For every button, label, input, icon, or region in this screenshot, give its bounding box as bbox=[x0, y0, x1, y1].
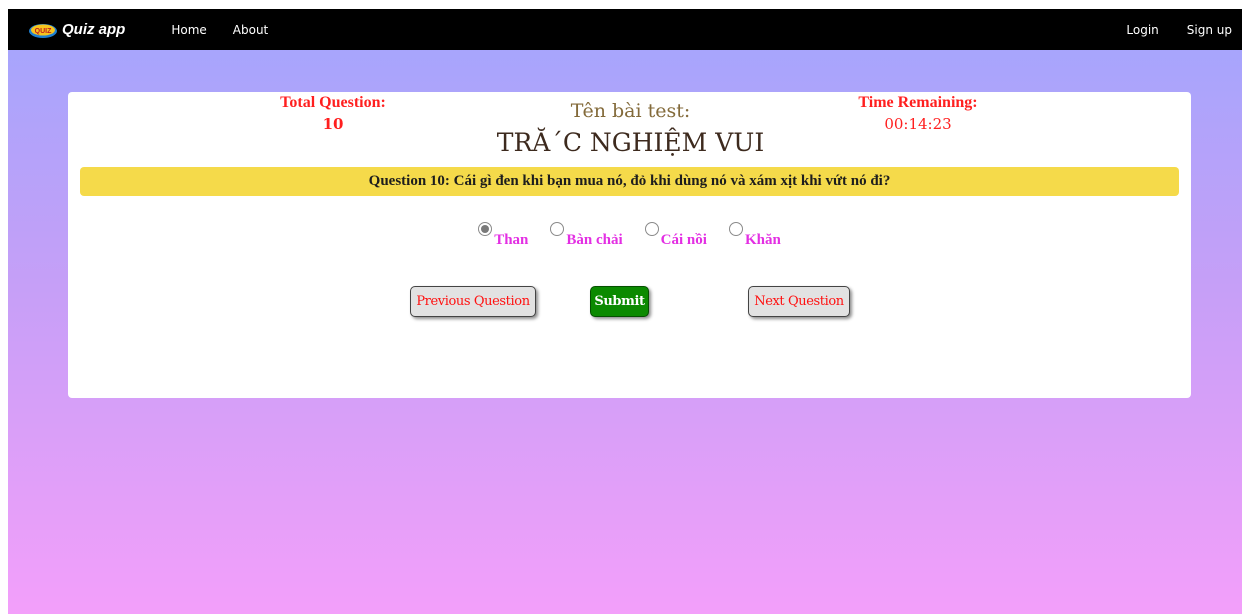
navbar: QUIZ Quiz app Home About Login Sign up bbox=[8, 9, 1242, 50]
option-ban-chai[interactable]: Bàn chải bbox=[550, 220, 623, 249]
brand-name: Quiz app bbox=[62, 21, 126, 38]
previous-question-button[interactable]: Previous Question bbox=[410, 286, 536, 317]
total-question-label: Total Question: bbox=[280, 94, 386, 111]
radio-cai-noi[interactable] bbox=[644, 222, 659, 236]
nav-about-link[interactable]: About bbox=[233, 23, 268, 37]
time-remaining-label: Time Remaining: bbox=[858, 94, 978, 111]
page-background: QUIZ Quiz app Home About Login Sign up T… bbox=[8, 9, 1242, 614]
option-cai-noi[interactable]: Cái nồi bbox=[644, 220, 707, 249]
option-label: Khăn bbox=[744, 232, 781, 248]
quiz-logo-icon: QUIZ bbox=[29, 23, 57, 38]
option-label: Bàn chải bbox=[566, 232, 623, 248]
quiz-header: Total Question: 10 Tên bài test: TRĂ´C N… bbox=[68, 92, 1191, 167]
navigation-buttons: Previous Question Submit Next Question bbox=[68, 286, 1191, 322]
time-remaining-block: Time Remaining: 00:14:23 bbox=[833, 92, 1003, 134]
option-khan[interactable]: Khăn bbox=[728, 220, 781, 249]
radio-than[interactable] bbox=[478, 222, 493, 236]
nav-login-link[interactable]: Login bbox=[1126, 23, 1158, 37]
nav-right-group: Login Sign up bbox=[1126, 23, 1242, 37]
option-label: Cái nồi bbox=[660, 232, 707, 248]
nav-home-link[interactable]: Home bbox=[171, 23, 206, 37]
brand-link[interactable]: QUIZ Quiz app bbox=[28, 21, 125, 39]
quiz-card: Total Question: 10 Tên bài test: TRĂ´C N… bbox=[68, 92, 1191, 398]
test-title-block: Tên bài test: TRĂ´C NGHIỆM VUI bbox=[448, 98, 813, 159]
time-remaining-value: 00:14:23 bbox=[884, 115, 952, 133]
next-question-button[interactable]: Next Question bbox=[748, 286, 850, 317]
radio-ban-chai[interactable] bbox=[550, 222, 565, 236]
option-than[interactable]: Than bbox=[478, 220, 528, 249]
total-question-block: Total Question: 10 bbox=[248, 92, 418, 134]
question-text: Question 10: Cái gì đen khi bạn mua nó, … bbox=[80, 167, 1179, 196]
submit-button[interactable]: Submit bbox=[590, 286, 649, 317]
test-name-label: Tên bài test: bbox=[570, 100, 691, 122]
total-question-value: 10 bbox=[322, 115, 344, 133]
answer-options: Than Bàn chải Cái nồi Khăn bbox=[68, 220, 1191, 249]
option-label: Than bbox=[494, 232, 529, 248]
radio-khan[interactable] bbox=[728, 222, 743, 236]
test-name: TRĂ´C NGHIỆM VUI bbox=[496, 128, 765, 157]
logo-text: QUIZ bbox=[35, 28, 52, 35]
nav-signup-link[interactable]: Sign up bbox=[1187, 23, 1232, 37]
